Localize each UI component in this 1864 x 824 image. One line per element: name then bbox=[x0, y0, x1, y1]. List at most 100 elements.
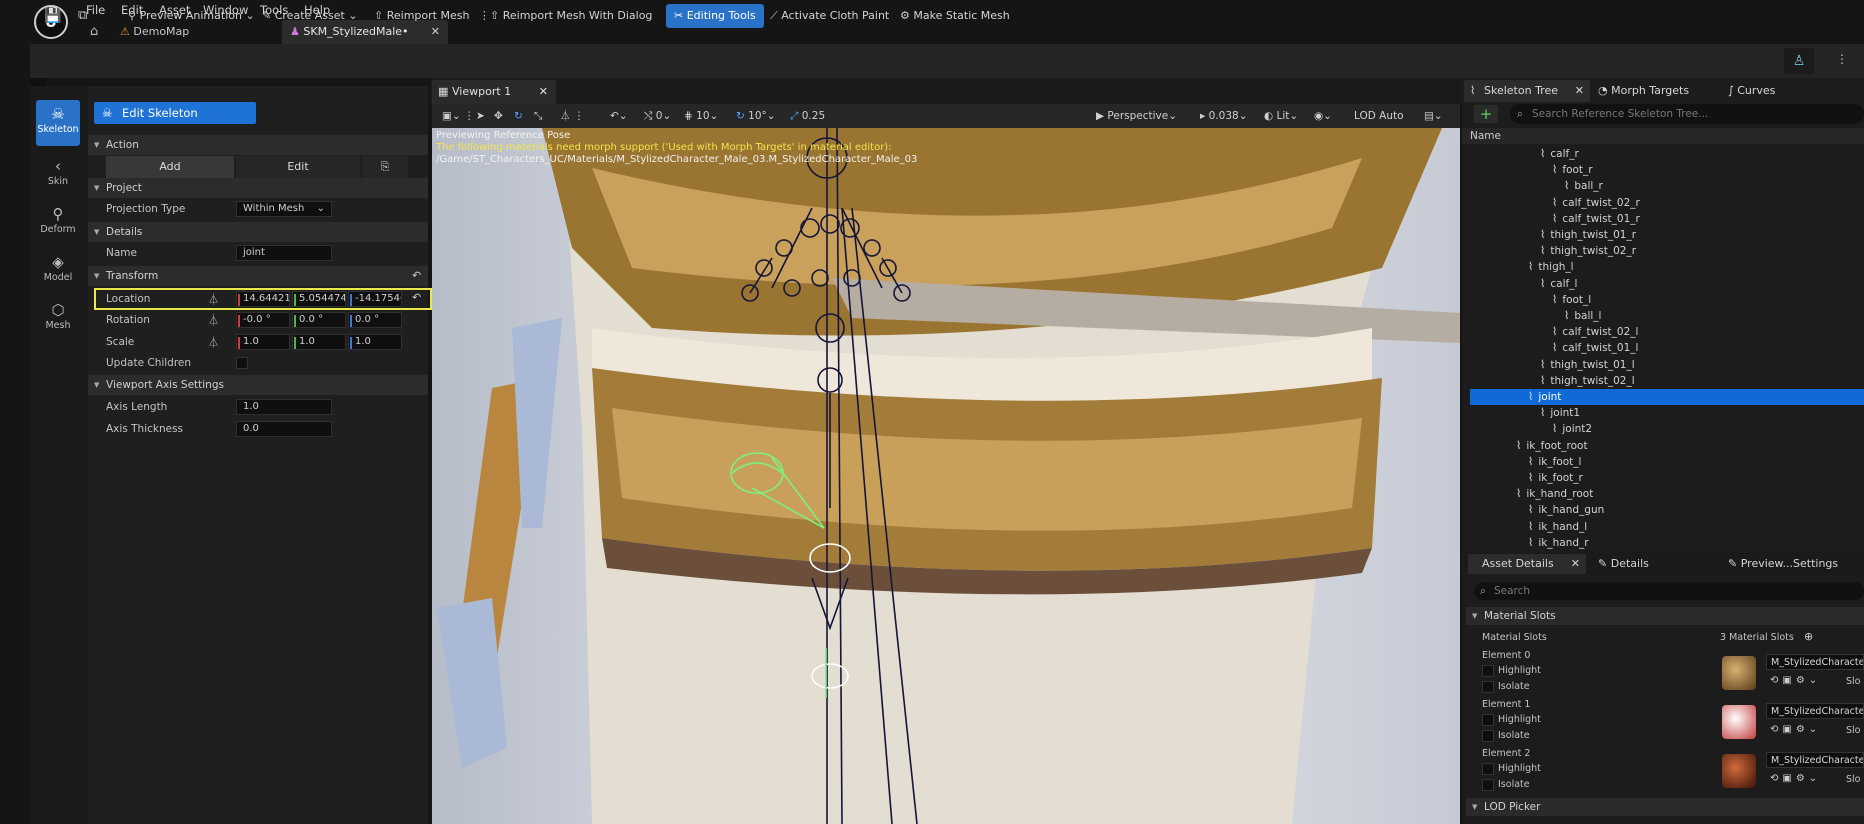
skeleton-bone-row[interactable]: calf_l bbox=[1540, 276, 1577, 292]
edit-skeleton-button[interactable]: ☠ Edit Skeleton bbox=[94, 102, 256, 124]
mirror-icon[interactable]: ⎘ bbox=[362, 156, 408, 178]
skeleton-bone-row[interactable]: ik_hand_gun bbox=[1528, 502, 1604, 518]
coordinate-space-icon[interactable]: ⏃ bbox=[208, 312, 219, 328]
tab-curves[interactable]: ∫ Curves bbox=[1728, 80, 1775, 102]
skeleton-bone-row[interactable]: thigh_twist_02_l bbox=[1540, 373, 1634, 389]
rotation-z-field[interactable]: 0.0 ° bbox=[348, 312, 402, 328]
tab-details[interactable]: ✎ Details bbox=[1598, 554, 1649, 574]
update-children-checkbox[interactable] bbox=[236, 357, 248, 369]
coordinate-space-icon[interactable]: ⏃ bbox=[208, 334, 219, 350]
fov-button[interactable]: ▸ 0.038⌄ bbox=[1200, 106, 1248, 126]
skeleton-bone-row[interactable]: foot_l bbox=[1552, 292, 1591, 308]
save-icon[interactable]: 💾 bbox=[44, 4, 61, 28]
axis-length-field[interactable]: 1.0 bbox=[236, 399, 332, 415]
material-2-actions-icon[interactable]: ⟲▣⚙⌄ bbox=[1770, 773, 1821, 787]
tab-skeleton-tree[interactable]: ⌇ Skeleton Tree ✕ bbox=[1464, 80, 1590, 102]
menu-file[interactable]: File bbox=[86, 2, 105, 18]
element-0-isolate-checkbox[interactable] bbox=[1482, 681, 1494, 693]
skeleton-bone-row[interactable]: thigh_twist_02_r bbox=[1540, 243, 1636, 259]
move-tool-icon[interactable]: ✥ bbox=[494, 106, 503, 126]
section-action[interactable]: Action bbox=[88, 135, 428, 155]
lit-button[interactable]: ◐ Lit⌄ bbox=[1264, 106, 1298, 126]
angle-snap-button[interactable]: ↻ 10°⌄ bbox=[736, 106, 776, 126]
rotation-snap-button[interactable]: ⤭ 0⌄ bbox=[644, 106, 671, 126]
axis-thickness-field[interactable]: 0.0 bbox=[236, 421, 332, 437]
skeleton-bone-row[interactable]: ik_foot_l bbox=[1528, 454, 1581, 470]
section-transform[interactable]: Transform bbox=[88, 266, 428, 286]
material-1-thumbnail[interactable] bbox=[1722, 705, 1756, 739]
surface-snap-icon[interactable]: ↶⌄ bbox=[610, 106, 628, 126]
close-tab-icon[interactable]: ✕ bbox=[1575, 80, 1584, 102]
name-field[interactable]: joint bbox=[236, 245, 332, 261]
add-bone-icon[interactable]: + bbox=[1474, 105, 1498, 123]
reset-icon[interactable]: ↶ bbox=[412, 291, 421, 304]
mode-mesh[interactable]: ⬡ Mesh bbox=[36, 296, 80, 342]
viewport-canvas[interactable] bbox=[432, 128, 1460, 824]
scale-tool-icon[interactable]: ⤡ bbox=[534, 106, 542, 126]
material-2-name[interactable]: M_StylizedCharacter_ bbox=[1766, 752, 1864, 768]
create-asset-button[interactable]: ✎ Create Asset ⌄ bbox=[262, 4, 358, 28]
rotate-tool-icon[interactable]: ↻ bbox=[514, 106, 523, 126]
perspective-button[interactable]: ▶ Perspective⌄ bbox=[1096, 106, 1177, 126]
skeleton-bone-row[interactable]: joint bbox=[1470, 389, 1864, 405]
skeleton-bone-row[interactable]: joint2 bbox=[1552, 421, 1592, 437]
tab-morph-targets[interactable]: ◔ Morph Targets bbox=[1598, 80, 1689, 102]
more-options-icon[interactable]: ⋮ bbox=[479, 9, 490, 22]
mode-model[interactable]: ◈ Model bbox=[36, 248, 80, 294]
activate-cloth-paint-button[interactable]: ⟋ Activate Cloth Paint bbox=[770, 4, 889, 28]
mode-skeleton[interactable]: ☠ Skeleton bbox=[36, 100, 80, 146]
preview-animation-button[interactable]: ⚲ Preview Animation ⌄ bbox=[128, 4, 255, 28]
element-2-highlight-checkbox[interactable] bbox=[1482, 763, 1494, 775]
skeleton-bone-row[interactable]: ik_hand_root bbox=[1516, 486, 1593, 502]
skeleton-bone-row[interactable]: ball_r bbox=[1564, 178, 1603, 194]
user-avatar-icon[interactable]: ♙ bbox=[1784, 48, 1814, 74]
element-2-isolate-checkbox[interactable] bbox=[1482, 779, 1494, 791]
show-icon[interactable]: ◉⌄ bbox=[1314, 106, 1332, 126]
skeleton-bone-row[interactable]: ik_foot_root bbox=[1516, 438, 1587, 454]
viewport-layout-icon[interactable]: ▤⌄ bbox=[1424, 106, 1443, 126]
material-0-actions-icon[interactable]: ⟲▣⚙⌄ bbox=[1770, 675, 1821, 689]
reset-icon[interactable]: ↶ bbox=[412, 269, 421, 282]
select-tool-icon[interactable]: ➤ bbox=[476, 106, 485, 126]
skeleton-bone-row[interactable]: calf_r bbox=[1540, 146, 1578, 162]
coord-system-icon[interactable]: ⏃ ⋮ bbox=[560, 106, 584, 126]
reimport-mesh-button[interactable]: ⇧ Reimport Mesh ⋮ bbox=[374, 4, 490, 28]
more-options-icon[interactable]: ⋮ bbox=[1836, 52, 1848, 66]
section-lod-picker[interactable]: LOD Picker bbox=[1466, 798, 1864, 816]
rotation-y-field[interactable]: 0.0 ° bbox=[292, 312, 346, 328]
projection-type-select[interactable]: Within Mesh ⌄ bbox=[236, 201, 332, 217]
mode-deform[interactable]: ⚲ Deform bbox=[36, 200, 80, 246]
skeleton-bone-row[interactable]: calf_twist_01_l bbox=[1552, 340, 1638, 356]
section-project[interactable]: Project bbox=[88, 178, 428, 198]
tab-preview-settings[interactable]: ✎ Preview...Settings bbox=[1728, 554, 1838, 574]
material-1-name[interactable]: M_StylizedCharacter_ bbox=[1766, 703, 1864, 719]
scale-x-field[interactable]: 1.0 bbox=[236, 334, 290, 350]
location-z-field[interactable]: -14.175469 bbox=[348, 291, 402, 307]
section-material-slots[interactable]: Material Slots bbox=[1466, 607, 1864, 625]
skeleton-bone-row[interactable]: calf_twist_01_r bbox=[1552, 211, 1639, 227]
material-0-name[interactable]: M_StylizedCharacter_ bbox=[1766, 654, 1864, 670]
reimport-dialog-button[interactable]: ⇧ Reimport Mesh With Dialog ⋮ bbox=[490, 4, 673, 28]
close-tab-icon[interactable]: ✕ bbox=[1571, 554, 1580, 574]
make-static-mesh-button[interactable]: ⚙ Make Static Mesh bbox=[900, 4, 1010, 28]
location-y-field[interactable]: 5.054474 bbox=[292, 291, 346, 307]
home-icon[interactable]: ⌂ bbox=[90, 24, 98, 39]
add-slot-icon[interactable]: ⊕ bbox=[1804, 630, 1813, 643]
skeleton-search-input[interactable]: ⌕ Search Reference Skeleton Tree... bbox=[1510, 104, 1864, 124]
scale-y-field[interactable]: 1.0 bbox=[292, 334, 346, 350]
rotation-x-field[interactable]: -0.0 ° bbox=[236, 312, 290, 328]
skeleton-bone-row[interactable]: calf_twist_02_l bbox=[1552, 324, 1638, 340]
skeleton-bone-row[interactable]: foot_r bbox=[1552, 162, 1592, 178]
editing-tools-button[interactable]: ✂ Editing Tools bbox=[666, 4, 764, 28]
material-0-thumbnail[interactable] bbox=[1722, 656, 1756, 690]
skeleton-bone-row[interactable]: calf_twist_02_r bbox=[1552, 195, 1639, 211]
material-1-actions-icon[interactable]: ⟲▣⚙⌄ bbox=[1770, 724, 1821, 738]
viewport-options-icon[interactable]: ▣⌄ ⋮ bbox=[442, 106, 475, 126]
asset-details-search-input[interactable]: ⌕ Search bbox=[1474, 582, 1864, 600]
add-button[interactable]: Add bbox=[106, 156, 234, 178]
skeleton-bone-row[interactable]: ball_l bbox=[1564, 308, 1601, 324]
location-x-field[interactable]: 14.644212 bbox=[236, 291, 290, 307]
browse-icon[interactable]: ⧉ bbox=[78, 4, 87, 28]
skeleton-bone-row[interactable]: ik_hand_r bbox=[1528, 535, 1588, 551]
viewport-tab[interactable]: ▦ Viewport 1 ✕ bbox=[432, 80, 556, 104]
